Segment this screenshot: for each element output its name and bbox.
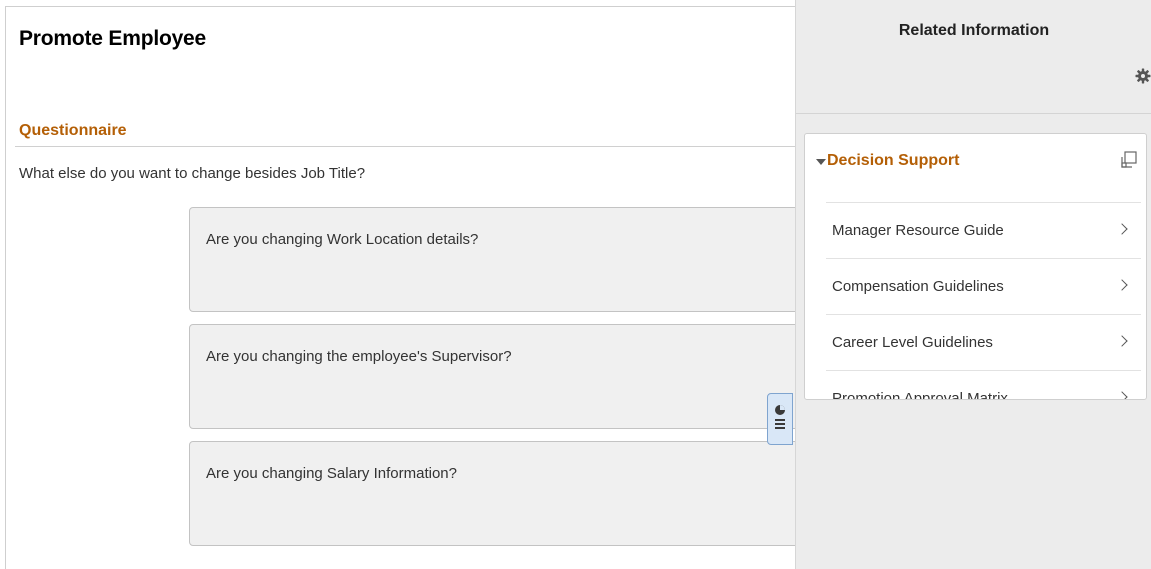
decision-support-card: Decision Support Manager Resource Guide … [804, 133, 1147, 400]
popout-window-icon[interactable] [1117, 149, 1139, 171]
question-card-work-location[interactable]: Are you changing Work Location details? [189, 207, 795, 312]
chevron-right-icon [1116, 223, 1128, 235]
caret-down-icon [816, 159, 826, 165]
related-information-panel: Related Information Decision Support Man… [795, 0, 1151, 569]
chevron-right-icon [1116, 279, 1128, 291]
panel-divider [796, 113, 1151, 114]
list-item-promotion-approval-matrix[interactable]: Promotion Approval Matrix [826, 371, 1141, 400]
question-card-salary[interactable]: Are you changing Salary Information? [189, 441, 795, 546]
page-title: Promote Employee [19, 27, 207, 50]
decision-support-list: Manager Resource Guide Compensation Guid… [826, 202, 1141, 400]
chevron-right-icon [1116, 391, 1128, 399]
decision-support-title: Decision Support [827, 152, 960, 169]
list-item-label: Career Level Guidelines [832, 334, 993, 351]
main-content: Promote Employee Questionnaire What else… [0, 0, 795, 569]
list-item-career-level-guidelines[interactable]: Career Level Guidelines [826, 315, 1141, 371]
question-label: Are you changing Work Location details? [206, 231, 479, 248]
panel-title: Related Information [898, 22, 1050, 39]
question-card-supervisor[interactable]: Are you changing the employee's Supervis… [189, 324, 795, 429]
left-divider [5, 6, 6, 569]
chevron-right-icon [1116, 335, 1128, 347]
list-item-compensation-guidelines[interactable]: Compensation Guidelines [826, 259, 1141, 315]
section-title-questionnaire: Questionnaire [19, 122, 127, 139]
list-item-manager-resource-guide[interactable]: Manager Resource Guide [826, 202, 1141, 259]
question-label: Are you changing the employee's Supervis… [206, 348, 512, 365]
list-item-label: Promotion Approval Matrix [832, 390, 1008, 400]
section-divider [15, 146, 795, 147]
questionnaire-prompt: What else do you want to change besides … [19, 165, 366, 182]
list-item-label: Manager Resource Guide [832, 222, 1004, 239]
decision-support-header[interactable]: Decision Support [805, 134, 1146, 192]
list-item-label: Compensation Guidelines [832, 278, 1004, 295]
top-divider [5, 6, 795, 7]
pie-list-icon [775, 405, 785, 429]
related-info-toggle-button[interactable] [767, 393, 793, 445]
question-label: Are you changing Salary Information? [206, 465, 457, 482]
gear-icon[interactable] [1135, 68, 1151, 88]
